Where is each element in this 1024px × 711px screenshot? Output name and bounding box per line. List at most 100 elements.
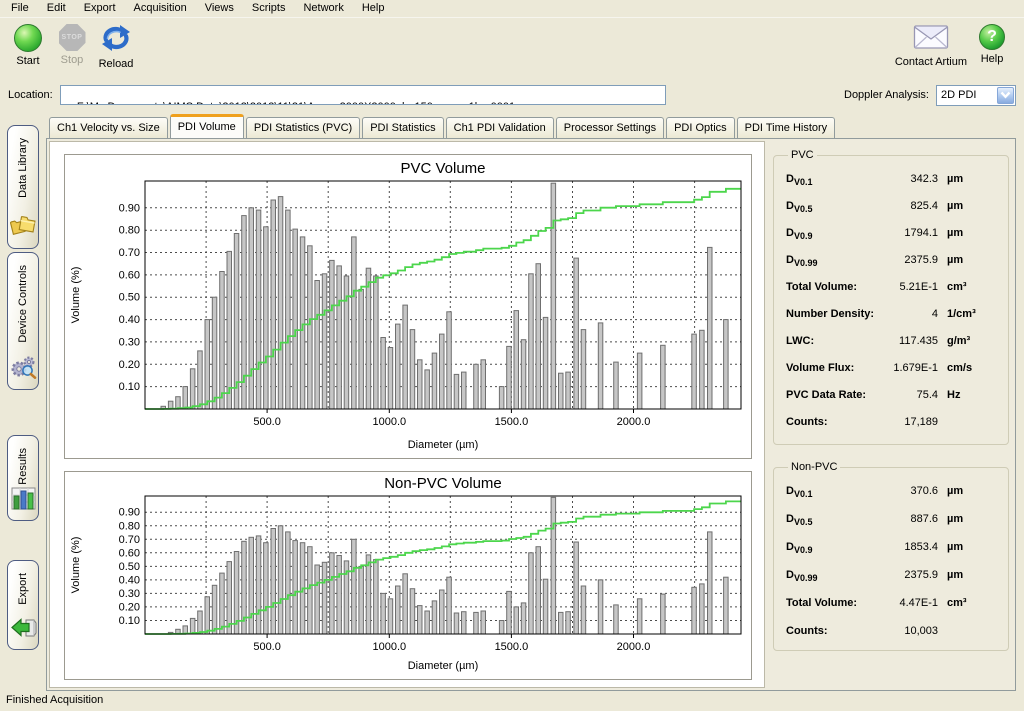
stat-value: 5.21E-1: [886, 281, 938, 293]
stat-row: Total Volume:5.21E-1cm³: [786, 281, 1002, 308]
stat-unit: µm: [938, 254, 963, 266]
location-label: Location:: [8, 89, 53, 101]
stat-value: 1794.1: [886, 227, 938, 239]
svg-text:0.30: 0.30: [119, 588, 140, 600]
stat-label: Total Volume:: [786, 281, 886, 293]
stop-label: Stop: [61, 54, 84, 66]
sidebar-item-data-library[interactable]: Data Library: [7, 125, 39, 249]
menu-item-network[interactable]: Network: [294, 0, 352, 17]
export-icon: [10, 616, 37, 642]
stop-icon: STOP: [59, 24, 86, 51]
envelope-icon: [913, 24, 949, 53]
svg-text:0.20: 0.20: [119, 601, 140, 613]
stats-pane: PVC DV0.1342.3µmDV0.5825.4µmDV0.91794.1µ…: [773, 149, 1009, 651]
svg-text:0.40: 0.40: [119, 314, 140, 326]
menu-item-acquisition[interactable]: Acquisition: [125, 0, 196, 17]
status-text: Finished Acquisition: [6, 694, 103, 706]
pvc-stats-title: PVC: [788, 149, 817, 161]
stat-unit: µm: [938, 513, 963, 525]
stat-row: PVC Data Rate:75.4Hz: [786, 389, 1002, 416]
start-button[interactable]: Start: [6, 23, 50, 68]
stat-value: 117.435: [886, 335, 938, 347]
svg-text:0.90: 0.90: [119, 507, 140, 519]
doppler-analysis-label: Doppler Analysis:: [844, 89, 929, 101]
stat-label: DV0.99: [786, 569, 886, 583]
tab-pdi-optics[interactable]: PDI Optics: [666, 117, 735, 138]
stat-value: 887.6: [886, 513, 938, 525]
stat-value: 1.679E-1: [886, 362, 938, 374]
sidebar-item-results[interactable]: Results: [7, 435, 39, 521]
svg-text:0.80: 0.80: [119, 225, 140, 237]
stat-value: 370.6: [886, 485, 938, 497]
contact-artium-button[interactable]: Contact Artium: [892, 23, 970, 69]
sidebar-item-label: Data Library: [17, 138, 29, 198]
tab-pdi-statistics-pvc[interactable]: PDI Statistics (PVC): [246, 117, 360, 138]
stat-unit: µm: [938, 541, 963, 553]
stat-unit: g/m³: [938, 335, 970, 347]
menu-item-scripts[interactable]: Scripts: [243, 0, 295, 17]
stat-row: DV0.5825.4µm: [786, 200, 1002, 227]
stat-unit: µm: [938, 569, 963, 581]
svg-text:0.40: 0.40: [119, 574, 140, 586]
nonpvc-volume-chart-svg: 0.100.200.300.400.500.600.700.800.90500.…: [65, 472, 751, 676]
reload-icon: [101, 24, 131, 55]
svg-text:Diameter (µm): Diameter (µm): [408, 660, 479, 672]
svg-text:1000.0: 1000.0: [372, 641, 406, 653]
stat-row: DV0.1370.6µm: [786, 485, 1002, 513]
stat-value: 825.4: [886, 200, 938, 212]
start-label: Start: [16, 55, 39, 67]
tab-ch1-velocity-vs-size[interactable]: Ch1 Velocity vs. Size: [49, 117, 168, 138]
svg-text:0.60: 0.60: [119, 269, 140, 281]
menu-item-edit[interactable]: Edit: [38, 0, 75, 17]
stat-label: Counts:: [786, 625, 886, 637]
stat-value: 2375.9: [886, 569, 938, 581]
doppler-analysis-value: 2D PDI: [937, 89, 996, 101]
svg-text:0.90: 0.90: [119, 202, 140, 214]
stop-button[interactable]: STOP Stop: [50, 23, 94, 67]
svg-text:0.60: 0.60: [119, 547, 140, 559]
sidebar-item-label: Results: [17, 448, 29, 485]
svg-text:1500.0: 1500.0: [495, 416, 529, 428]
stat-label: Counts:: [786, 416, 886, 428]
stat-row: Counts:17,189: [786, 416, 1002, 443]
stat-row: LWC:117.435g/m³: [786, 335, 1002, 362]
menu-item-help[interactable]: Help: [353, 0, 394, 17]
menu-bar: FileEditExportAcquisitionViewsScriptsNet…: [0, 0, 1024, 18]
gears-icon: [10, 355, 37, 382]
location-value: F:\My Documents\AIMS Data\2013\2013\11\2…: [77, 101, 515, 105]
status-bar: Finished Acquisition: [0, 691, 1024, 711]
sidebar-item-device-controls[interactable]: Device Controls: [7, 252, 39, 390]
sidebar-item-export[interactable]: Export: [7, 560, 39, 650]
stat-row: Volume Flux:1.679E-1cm/s: [786, 362, 1002, 389]
sidebar-item-label: Export: [17, 573, 29, 605]
reload-button[interactable]: Reload: [94, 23, 138, 71]
tab-ch1-pdi-validation[interactable]: Ch1 PDI Validation: [446, 117, 554, 138]
stat-unit: µm: [938, 485, 963, 497]
doppler-analysis-select[interactable]: 2D PDI: [936, 85, 1016, 106]
svg-text:0.70: 0.70: [119, 247, 140, 259]
location-input[interactable]: F:\My Documents\AIMS Data\2013\2013\11\2…: [60, 85, 666, 105]
folders-icon: [10, 214, 37, 241]
menu-item-export[interactable]: Export: [75, 0, 125, 17]
chevron-down-icon[interactable]: [997, 87, 1014, 104]
menu-item-views[interactable]: Views: [196, 0, 243, 17]
svg-text:1500.0: 1500.0: [495, 641, 529, 653]
stat-unit: cm/s: [938, 362, 972, 374]
svg-text:2000.0: 2000.0: [617, 416, 651, 428]
nonpvc-stats-group: Non-PVC DV0.1370.6µmDV0.5887.6µmDV0.9185…: [773, 461, 1009, 651]
menu-item-file[interactable]: File: [2, 0, 38, 17]
tab-pdi-time-history[interactable]: PDI Time History: [737, 117, 836, 138]
tab-pdi-volume[interactable]: PDI Volume: [170, 114, 244, 138]
sidebar-item-label: Device Controls: [17, 265, 29, 343]
stat-value: 2375.9: [886, 254, 938, 266]
help-button[interactable]: ? Help: [970, 23, 1014, 66]
stat-label: DV0.5: [786, 513, 886, 527]
svg-text:Volume (%): Volume (%): [70, 267, 82, 324]
stat-value: 1853.4: [886, 541, 938, 553]
svg-text:Non-PVC Volume: Non-PVC Volume: [384, 475, 502, 492]
stat-label: Total Volume:: [786, 597, 886, 609]
start-icon: [14, 24, 42, 52]
tab-pdi-statistics[interactable]: PDI Statistics: [362, 117, 443, 138]
tab-processor-settings[interactable]: Processor Settings: [556, 117, 664, 138]
svg-text:0.20: 0.20: [119, 359, 140, 371]
